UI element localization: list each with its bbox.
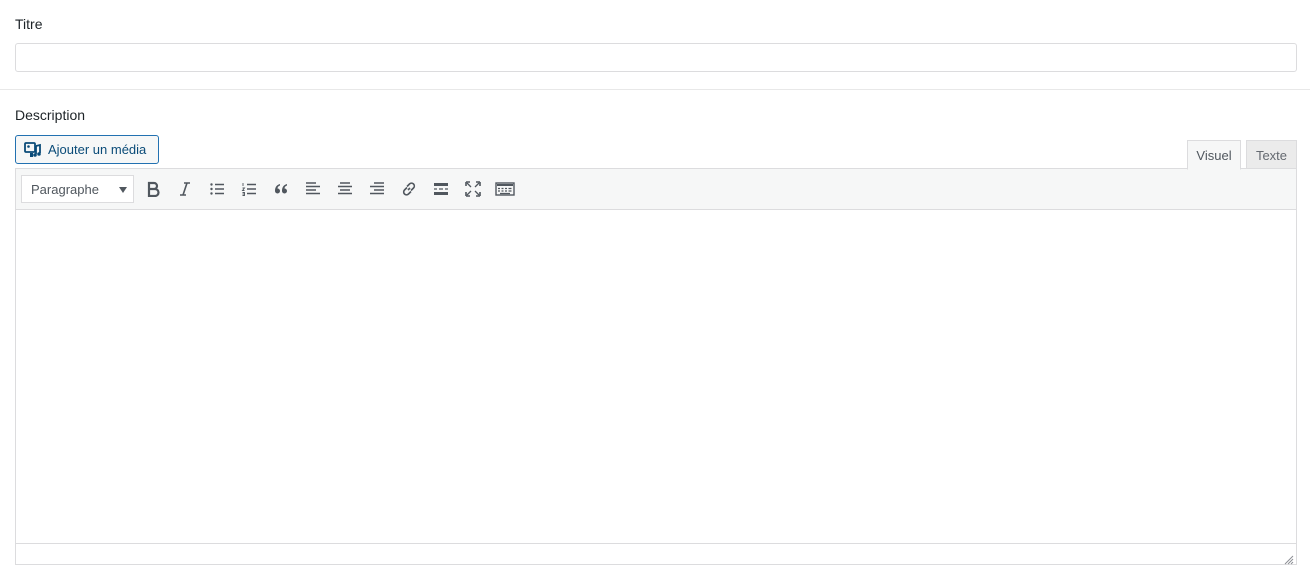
format-select-value: Paragraphe bbox=[31, 181, 99, 197]
editor-toolbar: Paragraphe bbox=[16, 169, 1296, 210]
section-divider bbox=[0, 89, 1310, 90]
title-label: Titre bbox=[15, 16, 43, 32]
editor-content-area[interactable] bbox=[16, 210, 1296, 544]
read-more-icon bbox=[433, 181, 449, 197]
fullscreen-icon bbox=[465, 181, 481, 197]
tab-visual[interactable]: Visuel bbox=[1187, 140, 1241, 170]
add-media-button[interactable]: Ajouter un média bbox=[15, 135, 159, 164]
blockquote-button[interactable] bbox=[269, 177, 293, 201]
bullet-list-icon bbox=[209, 181, 225, 197]
align-left-button[interactable] bbox=[301, 177, 325, 201]
bold-icon bbox=[145, 181, 161, 197]
bullet-list-button[interactable] bbox=[205, 177, 229, 201]
chevron-down-icon bbox=[119, 187, 127, 193]
blockquote-icon bbox=[273, 181, 289, 197]
bold-button[interactable] bbox=[141, 177, 165, 201]
add-media-icon bbox=[24, 141, 42, 159]
title-input[interactable] bbox=[15, 43, 1297, 72]
link-button[interactable] bbox=[397, 177, 421, 201]
italic-button[interactable] bbox=[173, 177, 197, 201]
align-left-icon bbox=[305, 181, 321, 197]
align-right-icon bbox=[369, 181, 385, 197]
format-select[interactable]: Paragraphe bbox=[21, 175, 134, 203]
resize-handle-icon[interactable] bbox=[1284, 552, 1294, 565]
rich-text-editor: Paragraphe bbox=[15, 168, 1297, 565]
align-center-icon bbox=[337, 181, 353, 197]
toolbar-toggle-button[interactable] bbox=[493, 177, 517, 201]
align-right-button[interactable] bbox=[365, 177, 389, 201]
editor-statusbar bbox=[16, 543, 1296, 565]
link-icon bbox=[400, 180, 418, 198]
add-media-label: Ajouter un média bbox=[48, 142, 147, 157]
numbered-list-icon bbox=[241, 181, 257, 197]
fullscreen-button[interactable] bbox=[461, 177, 485, 201]
numbered-list-button[interactable] bbox=[237, 177, 261, 201]
description-label: Description bbox=[15, 107, 86, 123]
italic-icon bbox=[177, 181, 193, 197]
toolbar-toggle-icon bbox=[495, 181, 515, 197]
tab-text[interactable]: Texte bbox=[1246, 140, 1297, 169]
read-more-button[interactable] bbox=[429, 177, 453, 201]
align-center-button[interactable] bbox=[333, 177, 357, 201]
